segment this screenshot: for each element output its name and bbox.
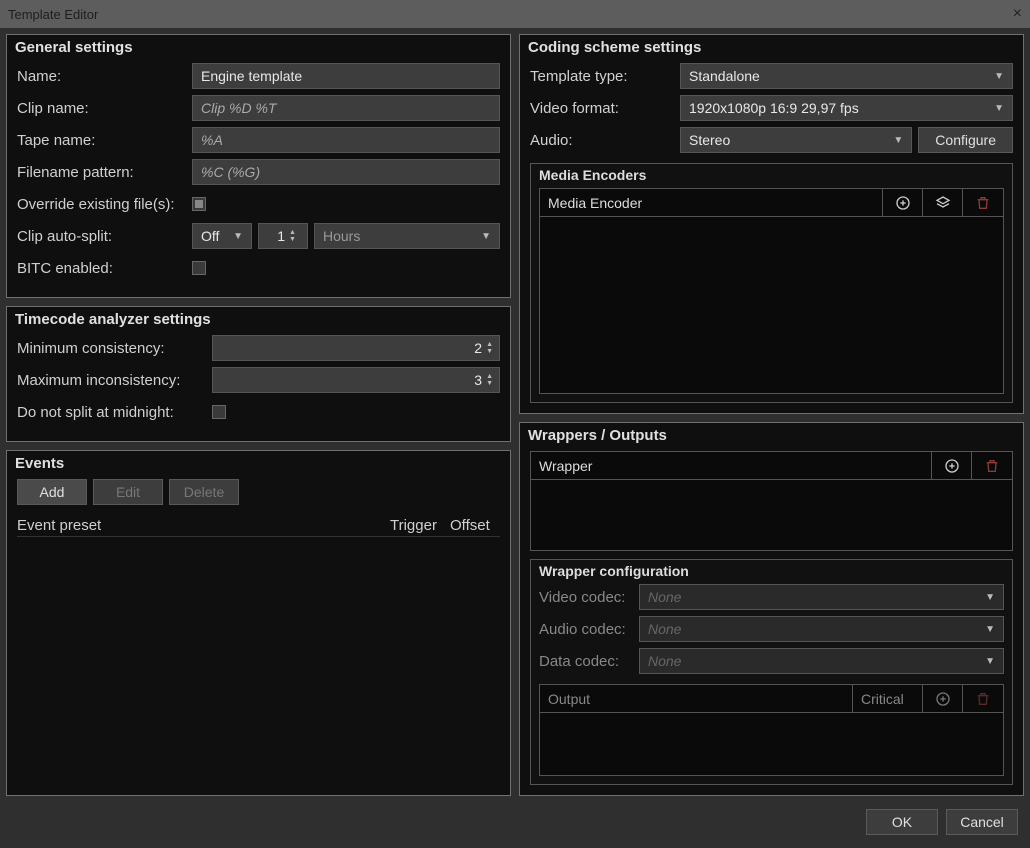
filename-pattern-label: Filename pattern: <box>17 164 192 181</box>
autosplit-label: Clip auto-split: <box>17 228 192 245</box>
plus-circle-icon <box>895 195 911 211</box>
col-trigger: Trigger <box>390 517 450 534</box>
col-wrapper: Wrapper <box>531 452 932 479</box>
autosplit-mode-select[interactable]: Off ▼ <box>192 223 252 249</box>
stepper-arrows-icon[interactable]: ▲▼ <box>289 229 296 243</box>
video-codec-label: Video codec: <box>539 589 639 606</box>
chevron-down-icon: ▼ <box>985 656 995 667</box>
configure-button[interactable]: Configure <box>918 127 1013 153</box>
plus-circle-icon <box>935 691 951 707</box>
timecode-title: Timecode analyzer settings <box>15 311 211 328</box>
audio-codec-label: Audio codec: <box>539 621 639 638</box>
events-table-header: Event preset Trigger Offset <box>17 515 500 536</box>
edit-button[interactable]: Edit <box>93 479 163 505</box>
col-media-encoder: Media Encoder <box>540 189 883 216</box>
add-wrapper-button[interactable] <box>932 452 972 479</box>
clip-name-input[interactable] <box>192 95 500 121</box>
tape-name-label: Tape name: <box>17 132 192 149</box>
delete-button[interactable]: Delete <box>169 479 239 505</box>
midnight-label: Do not split at midnight: <box>17 404 212 421</box>
delete-encoder-button[interactable] <box>963 189 1003 216</box>
subgroup-media-encoders: Media Encoders Media Encoder <box>530 163 1013 403</box>
group-events: Events Add Edit Delete Event preset Trig… <box>6 450 511 796</box>
general-title: General settings <box>15 39 133 56</box>
stepper-arrows-icon[interactable]: ▲▼ <box>486 373 493 387</box>
output-table: Output Critical <box>539 684 1004 776</box>
group-wrappers: Wrappers / Outputs Wrapper Wrapper confi… <box>519 422 1024 796</box>
chevron-down-icon: ▼ <box>985 592 995 603</box>
close-icon[interactable]: × <box>1013 5 1022 23</box>
min-consistency-stepper[interactable]: 2 ▲▼ <box>212 335 500 361</box>
add-output-button[interactable] <box>923 685 963 712</box>
media-encoders-title: Media Encoders <box>539 167 646 183</box>
col-critical: Critical <box>853 685 923 712</box>
group-general: General settings Name: Clip name: Tape n… <box>6 34 511 298</box>
plus-circle-icon <box>944 458 960 474</box>
events-list <box>17 536 500 785</box>
window-title: Template Editor <box>8 7 98 22</box>
audio-select[interactable]: Stereo ▼ <box>680 127 912 153</box>
max-inconsistency-label: Maximum inconsistency: <box>17 372 212 389</box>
name-label: Name: <box>17 68 192 85</box>
encoders-table: Media Encoder <box>539 188 1004 394</box>
subgroup-wrapper-config: Wrapper configuration Video codec: None … <box>530 559 1013 785</box>
data-codec-select[interactable]: None ▼ <box>639 648 1004 674</box>
footer: OK Cancel <box>6 802 1024 842</box>
titlebar: Template Editor × <box>0 0 1030 28</box>
chevron-down-icon: ▼ <box>994 71 1004 82</box>
layers-button[interactable] <box>923 189 963 216</box>
chevron-down-icon: ▼ <box>481 231 491 242</box>
col-event-preset: Event preset <box>17 517 390 534</box>
delete-output-button[interactable] <box>963 685 1003 712</box>
bitc-label: BITC enabled: <box>17 260 192 277</box>
stepper-arrows-icon[interactable]: ▲▼ <box>486 341 493 355</box>
events-title: Events <box>15 455 64 472</box>
ok-button[interactable]: OK <box>866 809 938 835</box>
video-codec-select[interactable]: None ▼ <box>639 584 1004 610</box>
autosplit-unit-select[interactable]: Hours ▼ <box>314 223 500 249</box>
min-consistency-label: Minimum consistency: <box>17 340 212 357</box>
group-timecode: Timecode analyzer settings Minimum consi… <box>6 306 511 442</box>
audio-label: Audio: <box>530 132 680 149</box>
autosplit-number-stepper[interactable]: 1 ▲▼ <box>258 223 308 249</box>
add-button[interactable]: Add <box>17 479 87 505</box>
right-column: Coding scheme settings Template type: St… <box>519 34 1024 796</box>
left-column: General settings Name: Clip name: Tape n… <box>6 34 511 796</box>
template-type-label: Template type: <box>530 68 680 85</box>
video-format-select[interactable]: 1920x1080p 16:9 29,97 fps ▼ <box>680 95 1013 121</box>
layers-icon <box>935 195 951 211</box>
cancel-button[interactable]: Cancel <box>946 809 1018 835</box>
trash-icon <box>975 195 991 211</box>
add-encoder-button[interactable] <box>883 189 923 216</box>
name-input[interactable] <box>192 63 500 89</box>
wrappers-table: Wrapper <box>530 451 1013 551</box>
data-codec-label: Data codec: <box>539 653 639 670</box>
chevron-down-icon: ▼ <box>233 231 243 242</box>
col-output: Output <box>540 685 853 712</box>
bitc-checkbox[interactable] <box>192 261 206 275</box>
group-coding: Coding scheme settings Template type: St… <box>519 34 1024 414</box>
max-inconsistency-stepper[interactable]: 3 ▲▼ <box>212 367 500 393</box>
trash-icon <box>984 458 1000 474</box>
wrappers-title: Wrappers / Outputs <box>528 427 667 444</box>
video-format-label: Video format: <box>530 100 680 117</box>
coding-title: Coding scheme settings <box>528 39 701 56</box>
audio-codec-select[interactable]: None ▼ <box>639 616 1004 642</box>
clip-name-label: Clip name: <box>17 100 192 117</box>
delete-wrapper-button[interactable] <box>972 452 1012 479</box>
col-offset: Offset <box>450 517 500 534</box>
midnight-checkbox[interactable] <box>212 405 226 419</box>
tape-name-input[interactable] <box>192 127 500 153</box>
content-area: General settings Name: Clip name: Tape n… <box>0 28 1030 848</box>
columns: General settings Name: Clip name: Tape n… <box>6 34 1024 796</box>
override-label: Override existing file(s): <box>17 196 192 213</box>
wrapper-config-title: Wrapper configuration <box>539 563 689 579</box>
template-type-select[interactable]: Standalone ▼ <box>680 63 1013 89</box>
chevron-down-icon: ▼ <box>985 624 995 635</box>
chevron-down-icon: ▼ <box>893 135 903 146</box>
chevron-down-icon: ▼ <box>994 103 1004 114</box>
filename-pattern-input[interactable] <box>192 159 500 185</box>
trash-icon <box>975 691 991 707</box>
override-checkbox[interactable] <box>192 197 206 211</box>
